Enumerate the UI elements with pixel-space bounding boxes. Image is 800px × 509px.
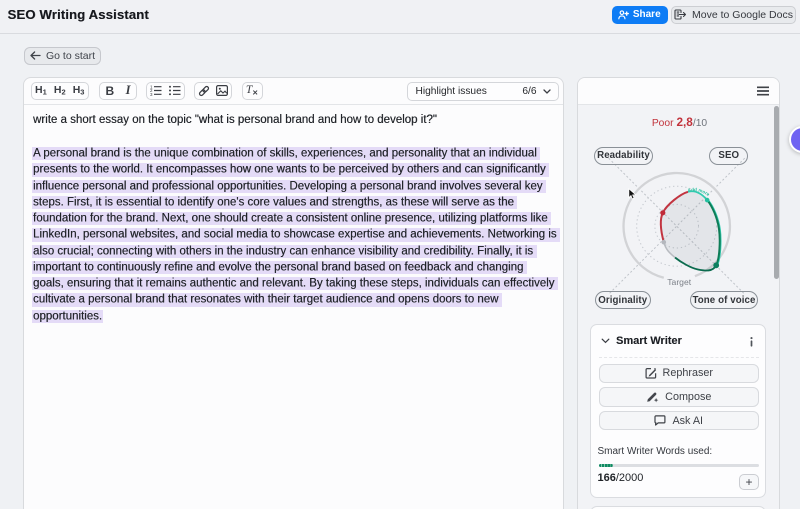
svg-text:Target: Target [667, 277, 691, 287]
svg-text:Add more keywords to the text: Add more keywords to the text [578, 78, 712, 198]
svg-text:3: 3 [150, 92, 153, 96]
